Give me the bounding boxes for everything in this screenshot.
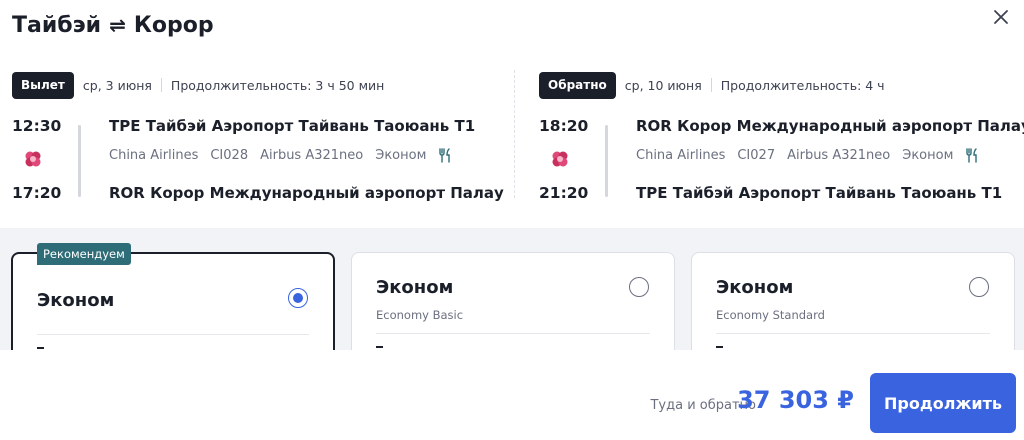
continue-button[interactable]: Продолжить <box>870 373 1016 433</box>
meal-icon <box>966 148 978 163</box>
route-title: Тайбэй ⇌ Корор <box>12 10 214 40</box>
arrival-time: 21:20 <box>539 184 589 202</box>
leg-times: 12:30 17:20 <box>12 117 72 205</box>
tariffs-section: Рекомендуем Эконом Эконом Economy Basic … <box>0 228 1024 350</box>
aircraft-model: Airbus A321neo <box>260 148 364 163</box>
separator <box>710 78 712 92</box>
return-badge: Обратно <box>539 71 616 99</box>
airline-name: China Airlines <box>109 148 199 163</box>
outbound-badge: Вылет <box>12 71 74 99</box>
flight-number: CI027 <box>737 148 776 163</box>
timeline-bar <box>78 125 81 197</box>
booking-footer: Туда и обратно 37 303 ₽ Продолжить <box>0 350 1024 440</box>
card-dash <box>37 347 44 349</box>
china-airlines-logo-icon <box>552 151 568 167</box>
cabin-class: Эконом <box>902 148 954 163</box>
outbound-leg: Вылет ср, 3 июня Продолжительность: 3 ч … <box>12 70 504 202</box>
swap-arrows-icon: ⇌ <box>109 13 126 37</box>
tariff-radio[interactable] <box>629 277 649 297</box>
leg-duration: Продолжительность: 3 ч 50 мин <box>170 77 385 93</box>
leg-date: ср, 10 июня <box>624 77 702 93</box>
tariff-radio[interactable] <box>969 277 989 297</box>
departure-time: 12:30 <box>12 117 62 135</box>
leg-header: Вылет ср, 3 июня Продолжительность: 3 ч … <box>12 70 502 100</box>
flight-info: China Airlines CI027 Airbus A321neo Экон… <box>636 148 979 163</box>
tariff-subtitle: Economy Basic <box>376 308 464 322</box>
tariff-name: Эконом <box>376 277 454 298</box>
route-from: Тайбэй <box>12 12 102 38</box>
aircraft-model: Airbus A321neo <box>787 148 891 163</box>
close-icon <box>994 10 1008 24</box>
card-divider <box>376 333 650 334</box>
total-price: 37 303 ₽ <box>737 386 854 414</box>
departure-airport: ROR Корор Международный аэропорт Палау <box>636 117 1024 135</box>
tariff-card-economy-standard[interactable]: Эконом Economy Standard <box>691 252 1015 350</box>
card-dash <box>716 346 723 348</box>
leg-date: ср, 3 июня <box>82 77 152 93</box>
arrival-airport: TPE Тайбэй Аэропорт Тайвань Таоюань Т1 <box>636 184 1003 202</box>
leg-header: Обратно ср, 10 июня Продолжительность: 4… <box>539 70 1024 100</box>
card-divider <box>37 334 309 335</box>
meal-icon <box>439 148 451 163</box>
card-dash <box>376 346 383 348</box>
route-to: Корор <box>133 12 214 38</box>
tariff-subtitle: Economy Standard <box>716 308 825 322</box>
recommended-badge: Рекомендуем <box>37 243 131 265</box>
separator <box>160 78 162 92</box>
return-leg: Обратно ср, 10 июня Продолжительность: 4… <box>539 70 1024 202</box>
tariff-name: Эконом <box>716 277 794 298</box>
tariff-name: Эконом <box>37 290 115 311</box>
arrival-time: 17:20 <box>12 184 62 202</box>
tariff-radio-selected[interactable] <box>288 288 308 308</box>
flight-number: CI028 <box>210 148 249 163</box>
airline-name: China Airlines <box>636 148 726 163</box>
tariff-card-economy-recommended[interactable]: Рекомендуем Эконом <box>11 243 335 350</box>
cabin-class: Эконом <box>375 148 427 163</box>
tariff-card-economy-basic[interactable]: Эконом Economy Basic <box>351 252 675 350</box>
departure-time: 18:20 <box>539 117 589 135</box>
china-airlines-logo-icon <box>25 151 41 167</box>
leg-times: 18:20 21:20 <box>539 117 599 205</box>
leg-duration: Продолжительность: 4 ч <box>720 77 885 93</box>
card-divider <box>716 333 990 334</box>
arrival-airport: ROR Корор Международный аэропорт Палау <box>109 184 504 202</box>
flight-info: China Airlines CI028 Airbus A321neo Экон… <box>109 148 452 163</box>
timeline-bar <box>605 125 608 197</box>
departure-airport: TPE Тайбэй Аэропорт Тайвань Таоюань Т1 <box>109 117 476 135</box>
close-button[interactable] <box>988 4 1014 30</box>
legs-divider <box>514 70 515 198</box>
